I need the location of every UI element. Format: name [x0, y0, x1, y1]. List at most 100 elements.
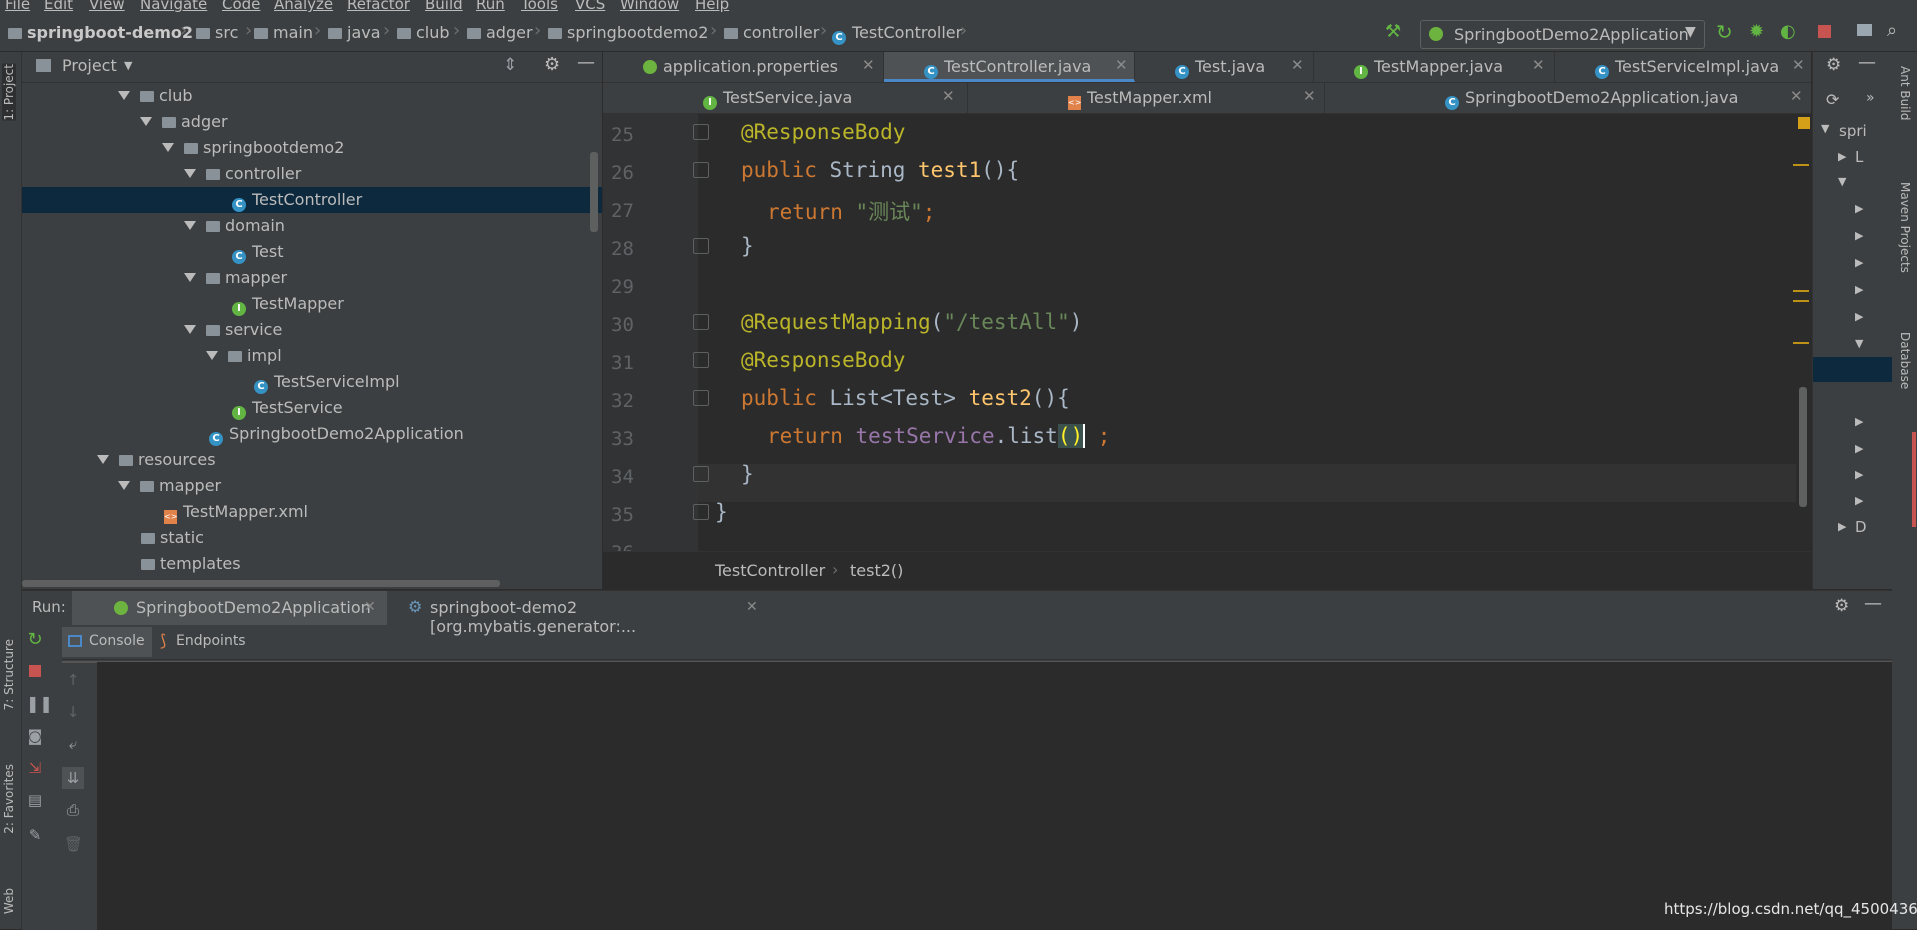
- tree-item-domain[interactable]: domain: [22, 213, 602, 239]
- close-icon[interactable]: ✕: [1291, 56, 1304, 74]
- menu-build[interactable]: Build: [425, 0, 463, 13]
- build-hammer-icon[interactable]: ⚒: [1385, 21, 1401, 42]
- tab-application-properties[interactable]: application.properties ✕: [603, 52, 884, 82]
- expand-arrow-icon[interactable]: [140, 117, 152, 126]
- fold-marker-icon[interactable]: [693, 162, 709, 178]
- tool-tab-maven-projects[interactable]: Maven Projects: [1898, 182, 1912, 273]
- close-icon[interactable]: ✕: [746, 599, 758, 615]
- fold-marker-icon[interactable]: [693, 314, 709, 330]
- close-icon[interactable]: ✕: [942, 87, 955, 105]
- menu-file[interactable]: File: [5, 0, 30, 13]
- chevron-down-icon[interactable]: ▼: [124, 59, 132, 72]
- minimize-icon[interactable]: —: [1858, 52, 1876, 73]
- collapsed-arrow-icon[interactable]: ▶: [1855, 202, 1863, 215]
- close-icon[interactable]: ✕: [1115, 56, 1128, 74]
- maven-dependencies-item[interactable]: D: [1855, 518, 1867, 536]
- expand-arrow-icon[interactable]: [97, 455, 109, 464]
- tree-item-service[interactable]: service: [22, 317, 602, 343]
- breadcrumb-controller[interactable]: controller: [724, 23, 819, 42]
- collapsed-arrow-icon[interactable]: ▶: [1838, 150, 1846, 163]
- breadcrumb-java[interactable]: java: [328, 23, 381, 42]
- tree-item-testmapper-xml[interactable]: <> TestMapper.xml: [22, 499, 602, 525]
- minimize-icon[interactable]: —: [577, 52, 595, 73]
- gear-icon[interactable]: ⚙: [544, 54, 560, 75]
- code-line-33[interactable]: return testService.list() ;: [767, 424, 1110, 448]
- tree-item-resources[interactable]: resources: [22, 447, 602, 473]
- menu-window[interactable]: Window: [620, 0, 679, 13]
- menu-view[interactable]: View: [89, 0, 125, 13]
- tool-tab-project[interactable]: 1: Project: [2, 64, 16, 121]
- code-line-35[interactable]: }: [715, 500, 728, 524]
- tree-item-test[interactable]: C Test: [22, 239, 602, 265]
- code-line-26[interactable]: public String test1(){: [741, 158, 1019, 182]
- collapsed-arrow-icon[interactable]: ▶: [1855, 442, 1863, 455]
- console-output[interactable]: [97, 662, 1892, 930]
- pause-icon[interactable]: ❚❚: [26, 695, 53, 713]
- console-tab[interactable]: Console: [62, 627, 152, 657]
- tool-tab-structure[interactable]: 7: Structure: [2, 639, 16, 710]
- refresh-icon[interactable]: ⟳: [1826, 90, 1839, 109]
- expand-arrow-icon[interactable]: [184, 273, 196, 282]
- tree-item-mapper[interactable]: mapper: [22, 265, 602, 291]
- expand-arrow-icon[interactable]: [184, 169, 196, 178]
- tree-item-springbootdemo2application[interactable]: C SpringbootDemo2Application: [22, 421, 602, 447]
- close-icon[interactable]: ✕: [1303, 87, 1316, 105]
- expand-arrow-icon[interactable]: [184, 221, 196, 230]
- menu-analyze[interactable]: Analyze: [274, 0, 333, 13]
- tree-item-testcontroller[interactable]: C TestController: [22, 187, 602, 213]
- run-tab-springbootdemo2application[interactable]: SpringbootDemo2Application ✕: [72, 591, 387, 625]
- expand-arrow-icon[interactable]: [162, 143, 174, 152]
- layout-icon[interactable]: ▤: [26, 791, 44, 809]
- menu-code[interactable]: Code: [222, 0, 260, 13]
- camera-icon[interactable]: ◙: [26, 727, 44, 745]
- editor-breadcrumb-class[interactable]: TestController: [715, 561, 825, 580]
- expand-arrow-icon[interactable]: ▼: [1838, 175, 1846, 188]
- rerun-icon[interactable]: ↻: [26, 631, 44, 649]
- expand-arrow-icon[interactable]: [184, 325, 196, 334]
- close-icon[interactable]: ✕: [1790, 87, 1803, 105]
- expand-arrow-icon[interactable]: [118, 481, 130, 490]
- tool-tab-database[interactable]: Database: [1898, 332, 1912, 389]
- expand-arrow-icon[interactable]: ▼: [1821, 122, 1829, 135]
- debug-bug-icon[interactable]: ✹: [1749, 21, 1764, 42]
- endpoints-tab[interactable]: ⟆ Endpoints: [154, 627, 254, 657]
- stop-icon[interactable]: [29, 665, 41, 677]
- run-configuration-select[interactable]: SpringbootDemo2Application ▼: [1420, 20, 1705, 49]
- fold-marker-icon[interactable]: [693, 124, 709, 140]
- exit-icon[interactable]: ⇲: [26, 759, 44, 777]
- collapse-all-icon[interactable]: ⇕: [503, 55, 517, 75]
- tree-item-controller[interactable]: controller: [22, 161, 602, 187]
- breadcrumb-springbootdemo2[interactable]: springbootdemo2: [548, 23, 708, 42]
- menu-run[interactable]: Run: [476, 0, 505, 13]
- fold-marker-icon[interactable]: [693, 504, 709, 520]
- expand-arrow-icon[interactable]: ▼: [1855, 337, 1863, 350]
- coverage-shield-icon[interactable]: ◐: [1780, 21, 1796, 42]
- arrow-down-icon[interactable]: ↓: [64, 703, 82, 721]
- tree-item-springbootdemo2[interactable]: springbootdemo2: [22, 135, 602, 161]
- trash-icon[interactable]: 🗑: [64, 835, 83, 853]
- collapsed-arrow-icon[interactable]: ▶: [1855, 415, 1863, 428]
- close-icon[interactable]: ✕: [364, 599, 376, 615]
- editor-breadcrumb-method[interactable]: test2(): [850, 561, 903, 580]
- tab-testmapper-xml[interactable]: <> TestMapper.xml ✕: [968, 83, 1325, 113]
- tab-testcontroller-java[interactable]: C TestController.java ✕: [884, 52, 1135, 82]
- tree-item-templates[interactable]: templates: [22, 551, 602, 577]
- fold-marker-icon[interactable]: [693, 352, 709, 368]
- collapsed-arrow-icon[interactable]: ▶: [1838, 520, 1846, 533]
- tree-item-testservice[interactable]: I TestService: [22, 395, 602, 421]
- code-line-25[interactable]: @ResponseBody: [741, 120, 905, 144]
- code-line-31[interactable]: @ResponseBody: [741, 348, 905, 372]
- fold-marker-icon[interactable]: [693, 466, 709, 482]
- collapsed-arrow-icon[interactable]: ▶: [1855, 283, 1863, 296]
- tree-item-resources-mapper[interactable]: mapper: [22, 473, 602, 499]
- breadcrumb-src[interactable]: src: [196, 23, 238, 42]
- menu-navigate[interactable]: Navigate: [140, 0, 207, 13]
- tab-test-java[interactable]: C Test.java ✕: [1135, 52, 1314, 82]
- breadcrumb-testcontroller[interactable]: C TestController: [832, 23, 962, 45]
- menu-tools[interactable]: Tools: [521, 0, 558, 13]
- close-icon[interactable]: ✕: [1792, 56, 1805, 74]
- minimize-icon[interactable]: —: [1864, 593, 1882, 614]
- project-horizontal-scrollbar[interactable]: [22, 580, 500, 587]
- project-structure-icon[interactable]: [1857, 24, 1872, 36]
- menu-vcs[interactable]: VCS: [575, 0, 605, 13]
